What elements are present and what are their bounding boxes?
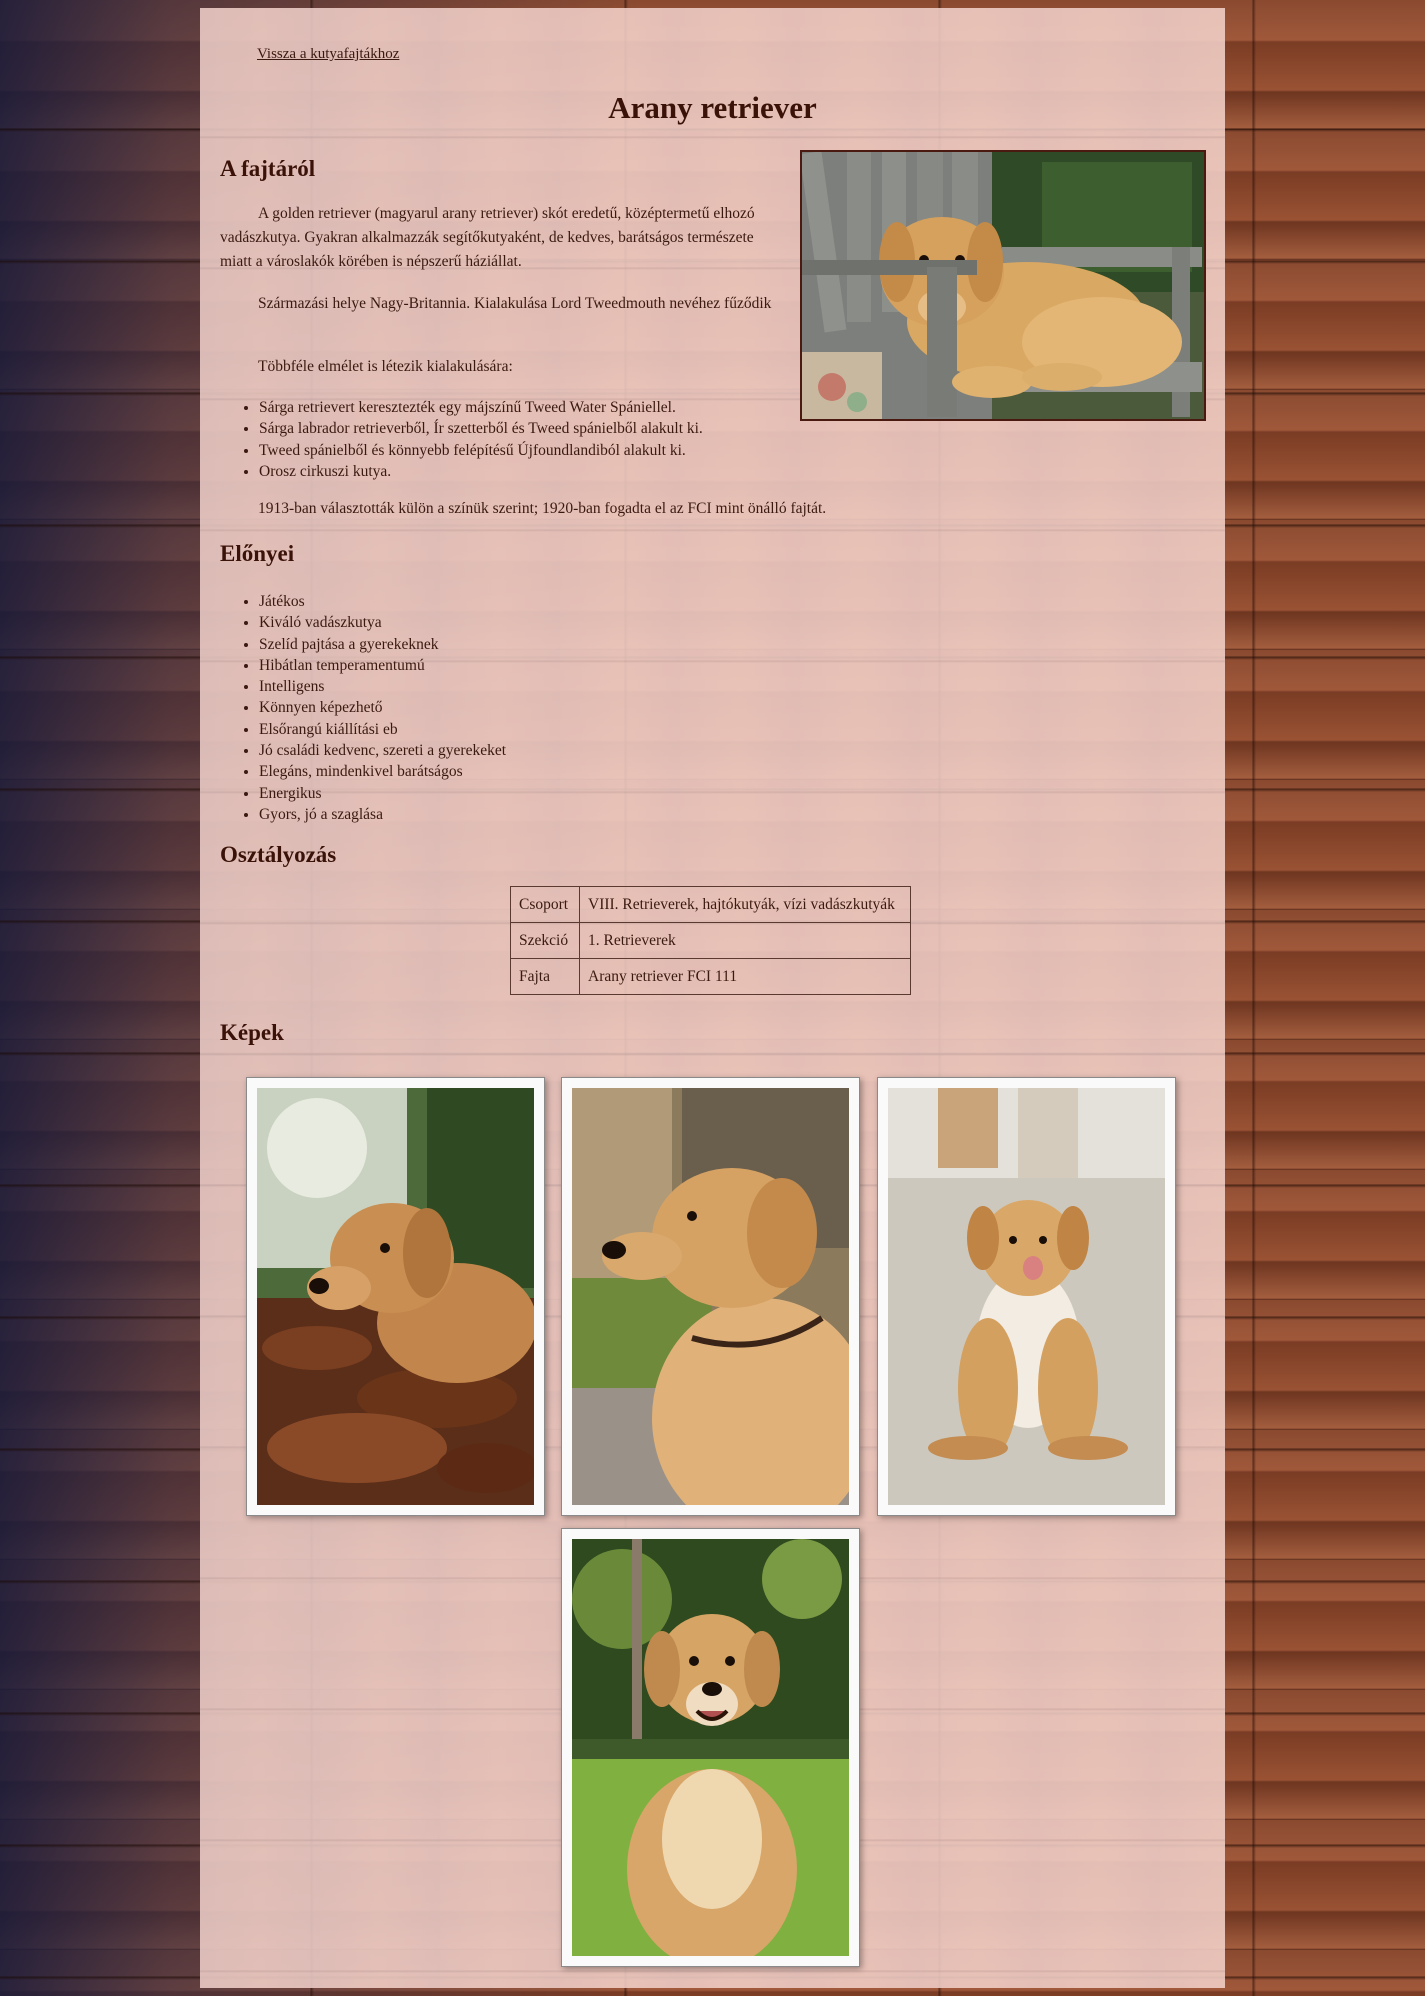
list-item: Játékos — [259, 591, 506, 612]
table-value: Arany retriever FCI 111 — [579, 958, 911, 995]
about-paragraph-3: Többféle elmélet is létezik kialakulásár… — [258, 358, 513, 375]
classification-heading: Osztályozás — [220, 842, 337, 867]
table-value: VIII. Retrieverek, hajtókutyák, vízi vad… — [579, 886, 911, 923]
list-item: Sárga retrievert keresztezték egy májszí… — [259, 397, 703, 418]
list-item: Energikus — [259, 783, 506, 804]
about-paragraph-4: 1913-ban választották külön a színük sze… — [258, 500, 827, 517]
gallery-photo-dog-profile[interactable] — [561, 1077, 860, 1516]
gallery-photo-puppy[interactable] — [877, 1077, 1176, 1516]
list-item: Orosz cirkuszi kutya. — [259, 461, 703, 482]
gallery-photo-dog-in-leaves[interactable] — [246, 1077, 545, 1516]
about-paragraph-2: Származási helye Nagy-Britannia. Kialaku… — [258, 295, 772, 312]
about-heading: A fajtáról — [220, 156, 316, 181]
list-item: Jó családi kedvenc, szereti a gyerekeket — [259, 740, 506, 761]
list-item: Tweed spánielből és könnyebb felépítésű … — [259, 440, 703, 461]
table-key: Szekció — [510, 922, 580, 959]
content-panel: Vissza a kutyafajtákhoz Arany retriever … — [200, 8, 1225, 1988]
back-to-breeds-link[interactable]: Vissza a kutyafajtákhoz — [257, 46, 399, 63]
list-item: Hibátlan temperamentumú — [259, 655, 506, 676]
about-paragraph-1: A golden retriever (magyarul arany retri… — [220, 205, 755, 270]
table-key: Csoport — [510, 886, 580, 923]
list-item: Könnyen képezhető — [259, 697, 506, 718]
table-row: Fajta Arany retriever FCI 111 — [510, 958, 911, 995]
theories-list: Sárga retrievert keresztezték egy májszí… — [220, 397, 703, 482]
table-row: Csoport VIII. Retrieverek, hajtókutyák, … — [510, 886, 911, 923]
advantages-list: Játékos Kiváló vadászkutya Szelíd pajtás… — [220, 591, 506, 825]
list-item: Intelligens — [259, 676, 506, 697]
list-item: Szelíd pajtása a gyerekeknek — [259, 634, 506, 655]
hero-image-dog-on-chair — [800, 150, 1206, 421]
table-row: Szekció 1. Retrieverek — [510, 922, 911, 959]
gallery-photo-dog-smiling[interactable] — [561, 1528, 860, 1967]
list-item: Elegáns, mindenkivel barátságos — [259, 761, 506, 782]
list-item: Kiváló vadászkutya — [259, 612, 506, 633]
page-title: Arany retriever — [608, 90, 817, 125]
gallery-heading: Képek — [220, 1020, 284, 1045]
classification-table: Csoport VIII. Retrieverek, hajtókutyák, … — [510, 886, 911, 995]
table-key: Fajta — [510, 958, 580, 995]
list-item: Sárga labrador retrieverből, Ír szetterb… — [259, 418, 703, 439]
table-value: 1. Retrieverek — [579, 922, 911, 959]
advantages-heading: Előnyei — [220, 541, 295, 566]
list-item: Elsőrangú kiállítási eb — [259, 719, 506, 740]
list-item: Gyors, jó a szaglása — [259, 804, 506, 825]
